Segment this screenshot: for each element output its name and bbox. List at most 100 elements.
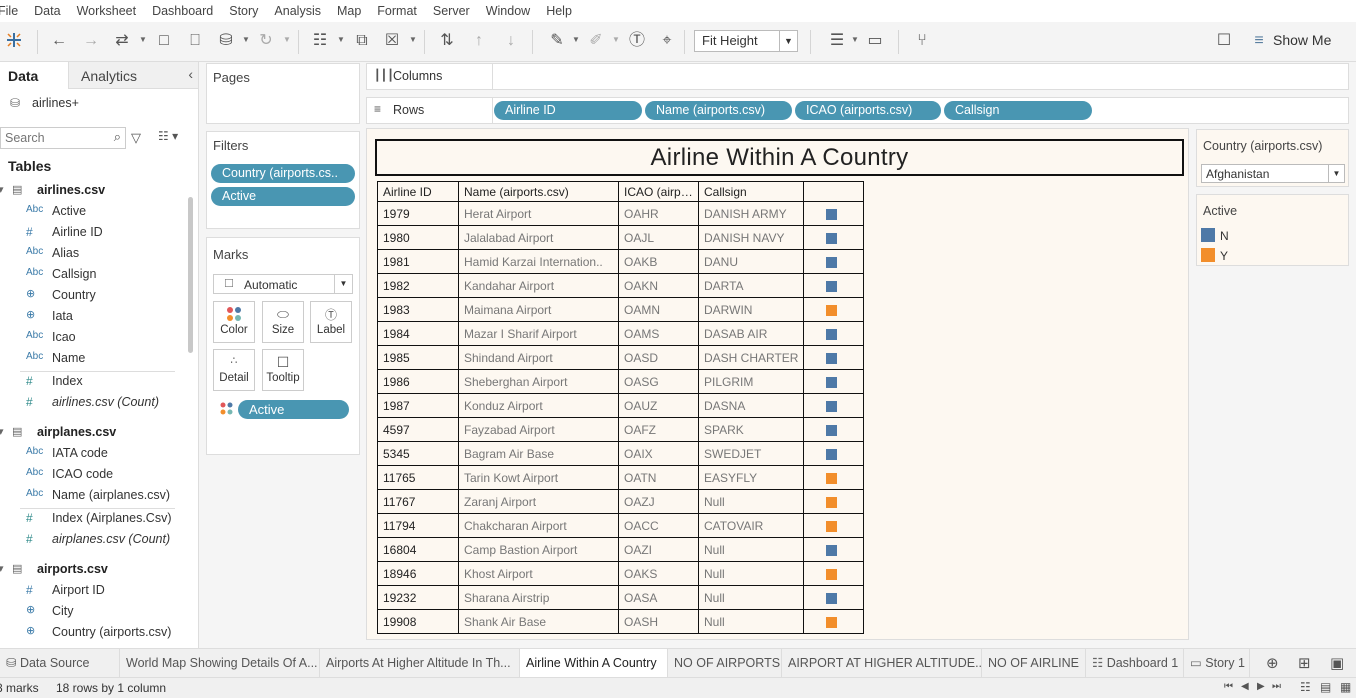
cell-icao[interactable]: OAKB [618,249,699,274]
field-iata[interactable]: ⊕ Iata [0,307,185,327]
field-callsign[interactable]: Abc Callsign [0,265,185,285]
chevron-down-icon[interactable]: ▼ [1328,165,1344,182]
field-index-airplanes-csv-[interactable]: # Index (Airplanes.Csv) [0,509,185,529]
chevron-down-icon[interactable]: ▼ [409,35,417,44]
chevron-down-icon[interactable]: ▾ [0,183,4,196]
field-airline-id[interactable]: # Airline ID [0,223,185,243]
cell-mark[interactable] [803,609,865,634]
pages-shelf[interactable]: Pages [206,63,360,124]
tab-analytics[interactable]: Analytics ‹ [68,62,198,89]
cell-name[interactable]: Khost Airport [458,561,619,586]
save-icon[interactable]: □ [153,30,175,52]
cell-icao[interactable]: OAHR [618,201,699,226]
cell-mark[interactable] [803,489,865,514]
search-box[interactable]: ⌕ [0,127,126,149]
cell-callsign[interactable]: DANISH NAVY [697,225,805,250]
cell-airline-id[interactable]: 1987 [377,393,459,418]
row-pill-callsign[interactable]: Callsign [944,101,1092,120]
chevron-down-icon[interactable]: ▼ [572,35,580,44]
cell-icao[interactable]: OASA [618,585,699,610]
search-input[interactable] [5,130,105,146]
cell-mark[interactable] [803,513,865,538]
table-row[interactable]: 5345 Bagram Air Base OAIX SWEDJET [377,441,865,466]
field-airport-id[interactable]: # Airport ID [0,581,185,601]
label-button[interactable]: Ⓣ Label [310,301,352,343]
mark-square-n[interactable] [826,280,838,292]
table-row[interactable]: 1982 Kandahar Airport OAKN DARTA [377,273,865,298]
mark-type-dropdown[interactable]: ☐ Automatic ▼ [213,274,353,294]
cell-name[interactable]: Shindand Airport [458,345,619,370]
mark-square-n[interactable] [826,352,838,364]
cell-airline-id[interactable]: 1982 [377,273,459,298]
cell-name[interactable]: Camp Bastion Airport [458,537,619,562]
menu-map[interactable]: Map [337,4,361,18]
chevron-down-icon[interactable]: ▾ [0,562,4,575]
cell-mark[interactable] [803,321,865,346]
cell-airline-id[interactable]: 1985 [377,345,459,370]
filmstrip-icon[interactable]: ▤ [1320,680,1331,694]
show-me-icon[interactable]: ≡ [1248,30,1270,52]
cell-mark[interactable] [803,393,865,418]
field-airplanes-csv-count-[interactable]: # airplanes.csv (Count) [0,530,185,550]
cell-icao[interactable]: OASG [618,369,699,394]
mark-square-y[interactable] [826,304,838,316]
new-worksheet-tab-icon[interactable]: ⊕ [1266,654,1279,672]
field-icao[interactable]: Abc Icao [0,328,185,348]
cell-name[interactable]: Fayzabad Airport [458,417,619,442]
cell-callsign[interactable]: DARWIN [697,297,805,322]
table-row[interactable]: 1985 Shindand Airport OASD DASH CHARTER [377,345,865,370]
cell-callsign[interactable]: DANU [697,249,805,274]
show-me-button[interactable]: Show Me [1273,32,1331,48]
table-row[interactable]: 1987 Konduz Airport OAUZ DASNA [377,393,865,418]
field-index[interactable]: # Index [0,372,185,392]
cell-mark[interactable] [803,369,865,394]
cell-mark[interactable] [803,249,865,274]
cell-mark[interactable] [803,417,865,442]
cell-icao[interactable]: OACC [618,513,699,538]
fit-dropdown[interactable]: Fit Height ▼ [694,30,798,52]
cell-icao[interactable]: OAMS [618,321,699,346]
group-icon[interactable]: ✐ [585,30,607,52]
view-options-icon[interactable]: ☷ ▾ [158,129,178,143]
share-icon[interactable]: ⑂ [911,30,933,52]
sort-descending-icon[interactable]: ↓ [500,30,522,52]
table-row[interactable]: 18946 Khost Airport OAKS Null [377,561,865,586]
pin-icon[interactable]: ⌖ [656,30,678,52]
header-airline-id[interactable]: Airline ID [377,181,459,202]
cell-callsign[interactable]: DANISH ARMY [697,201,805,226]
cell-mark[interactable] [803,225,865,250]
grid-view-icon[interactable]: ☷ [1300,680,1311,694]
cell-mark[interactable] [803,297,865,322]
cell-name[interactable]: Shank Air Base [458,609,619,634]
table-row[interactable]: 1980 Jalalabad Airport OAJL DANISH NAVY [377,225,865,250]
field-city[interactable]: ⊕ City [0,602,185,622]
cell-name[interactable]: Konduz Airport [458,393,619,418]
cell-callsign[interactable]: DASNA [697,393,805,418]
nav-next-icon[interactable]: ▶ [1257,681,1265,692]
cell-icao[interactable]: OAJL [618,225,699,250]
country-filter-dropdown[interactable]: Afghanistan ▼ [1201,164,1345,183]
sheet-tab-data-source[interactable]: ⛁ Data Source [0,649,120,678]
database-icon[interactable]: ⛁ [215,30,237,52]
cell-mark[interactable] [803,345,865,370]
menu-window[interactable]: Window [486,4,530,18]
cell-name[interactable]: Chakcharan Airport [458,513,619,538]
sort-ascending-icon[interactable]: ↑ [468,30,490,52]
cell-name[interactable]: Bagram Air Base [458,441,619,466]
chevron-down-icon[interactable]: ▼ [612,35,620,44]
cell-airline-id[interactable]: 16804 [377,537,459,562]
field-alias[interactable]: Abc Alias [0,244,185,264]
cell-name[interactable]: Herat Airport [458,201,619,226]
tab-data[interactable]: Data [0,62,68,89]
cell-airline-id[interactable]: 11765 [377,465,459,490]
cell-mark[interactable] [803,201,865,226]
sheet-tab-world-map-showing-details-of-a[interactable]: World Map Showing Details Of A... [120,649,320,678]
chevron-down-icon[interactable]: ▼ [851,35,859,44]
collapse-icon[interactable]: ‹ [188,66,193,82]
cell-airline-id[interactable]: 5345 [377,441,459,466]
nav-prev-icon[interactable]: ◀ [1241,681,1249,692]
row-pill-icao[interactable]: ICAO (airports.csv) [795,101,941,120]
cell-mark[interactable] [803,441,865,466]
sheet-tab-story-1[interactable]: ▭ Story 1 [1184,649,1250,678]
header-icao[interactable]: ICAO (airpo.. [618,181,699,202]
